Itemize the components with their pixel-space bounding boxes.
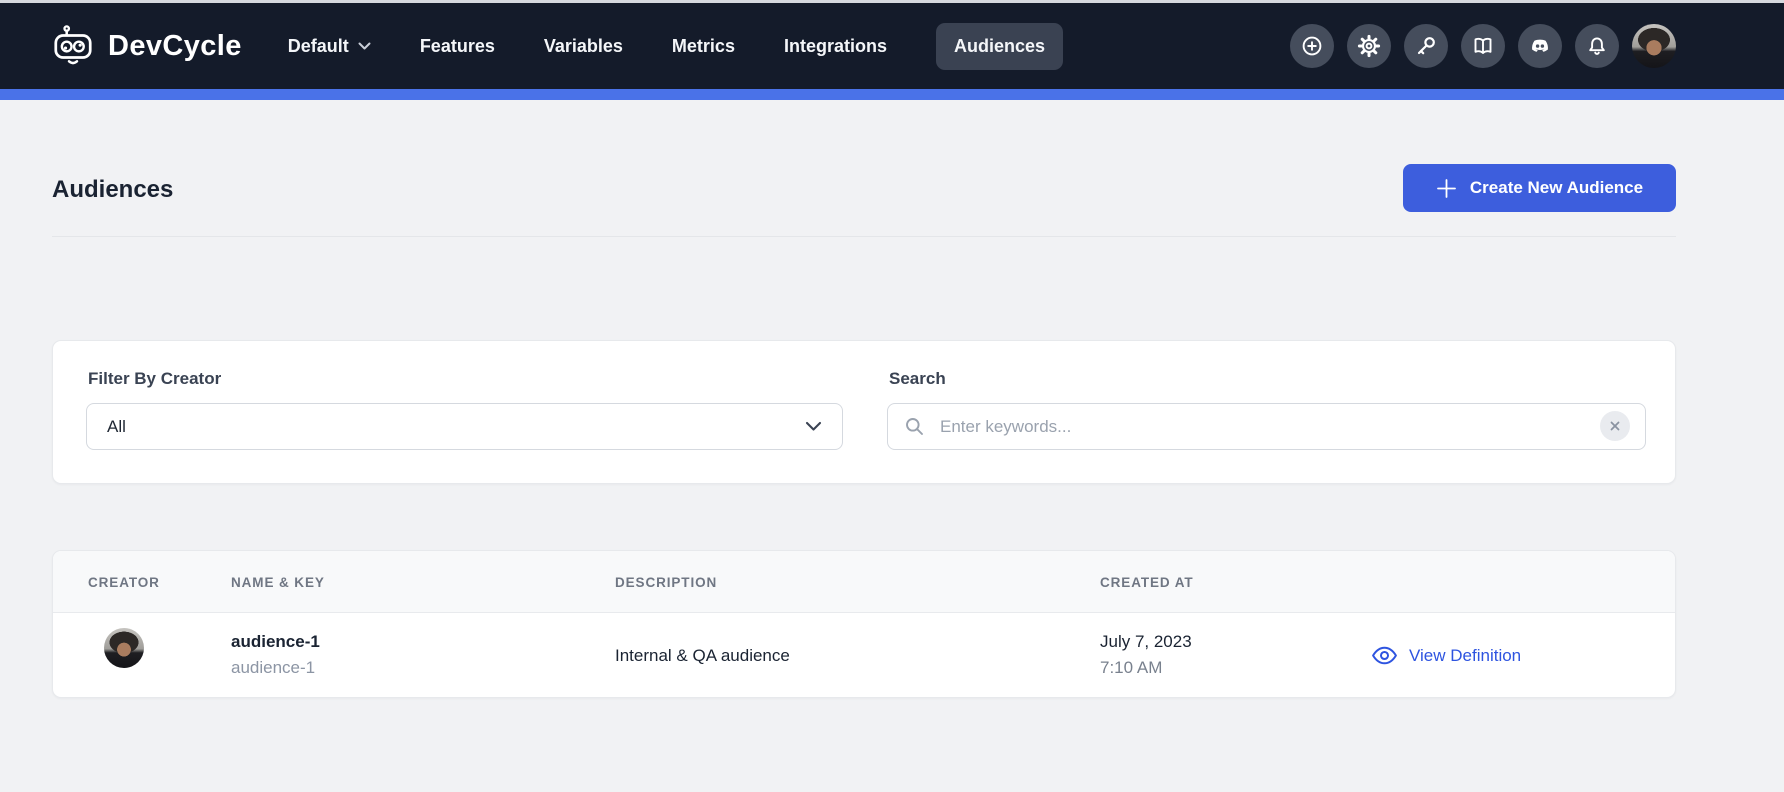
column-header-description: Description [615,551,717,613]
creator-filter-value: All [107,417,805,437]
plus-icon [1436,178,1457,199]
notifications-bell-icon [1585,34,1609,58]
creator-avatar [104,628,144,668]
created-date: July 7, 2023 [1100,629,1192,655]
eye-icon [1371,646,1398,665]
devcycle-robot-logo-icon [52,23,94,69]
column-header-creator: Creator [88,551,160,613]
created-at-cell: July 7, 2023 7:10 AM [1100,629,1192,681]
column-header-name-key: Name & Key [231,551,325,613]
brand-name: DevCycle [108,30,242,63]
audience-name[interactable]: audience-1 [231,629,320,655]
search-icon [904,416,925,437]
audiences-table: Creator Name & Key Description Created A… [52,550,1676,698]
settings-gear-icon [1357,34,1381,58]
created-time: 7:10 AM [1100,655,1192,681]
project-dropdown[interactable]: Default [288,24,371,69]
audience-key: audience-1 [231,655,320,681]
add-circle-icon [1300,34,1324,58]
create-new-audience-label: Create New Audience [1470,178,1643,198]
view-definition-link[interactable]: View Definition [1371,613,1521,698]
filter-panel: Filter By Creator All Search [52,340,1676,484]
api-key-icon [1414,34,1438,58]
nav-item-metrics[interactable]: Metrics [672,24,735,69]
add-circle-button[interactable] [1290,24,1334,68]
description-cell: Internal & QA audience [615,613,790,698]
page-title: Audiences [52,176,173,204]
api-keys-button[interactable] [1404,24,1448,68]
brand[interactable]: DevCycle [52,23,242,69]
view-definition-label: View Definition [1409,646,1521,666]
accent-bar [0,89,1784,100]
docs-button[interactable] [1461,24,1505,68]
navbar-actions [1290,3,1676,89]
filter-by-creator-label: Filter By Creator [88,369,221,389]
nav-item-variables[interactable]: Variables [544,24,623,69]
notifications-button[interactable] [1575,24,1619,68]
create-new-audience-button[interactable]: Create New Audience [1403,164,1676,212]
settings-button[interactable] [1347,24,1391,68]
search-input[interactable] [887,403,1646,450]
main-content: Audiences Create New Audience Filter By … [0,100,1784,792]
nav-item-features[interactable]: Features [420,24,495,69]
nav-menu: Default Features Variables Metrics Integ… [288,23,1063,70]
nav-item-integrations[interactable]: Integrations [784,24,887,69]
table-row: audience-1 audience-1 Internal & QA audi… [53,613,1675,698]
docs-book-icon [1471,34,1495,58]
nav-item-audiences-active[interactable]: Audiences [936,23,1063,70]
discord-button[interactable] [1518,24,1562,68]
chevron-down-icon [358,42,371,51]
top-navbar: DevCycle Default Features Variables Metr… [0,3,1784,89]
chevron-down-icon [805,421,822,432]
table-header-row: Creator Name & Key Description Created A… [53,551,1675,613]
name-key-cell: audience-1 audience-1 [231,629,320,681]
header-divider [52,236,1676,237]
creator-filter-select[interactable]: All [86,403,843,450]
user-avatar[interactable] [1632,24,1676,68]
project-dropdown-label: Default [288,36,349,57]
close-icon [1609,420,1621,432]
app-window: DevCycle Default Features Variables Metr… [0,0,1784,792]
search-label: Search [889,369,946,389]
discord-icon [1528,34,1552,58]
clear-search-button[interactable] [1600,411,1630,441]
column-header-created-at: Created At [1100,551,1194,613]
search-field [887,403,1646,450]
